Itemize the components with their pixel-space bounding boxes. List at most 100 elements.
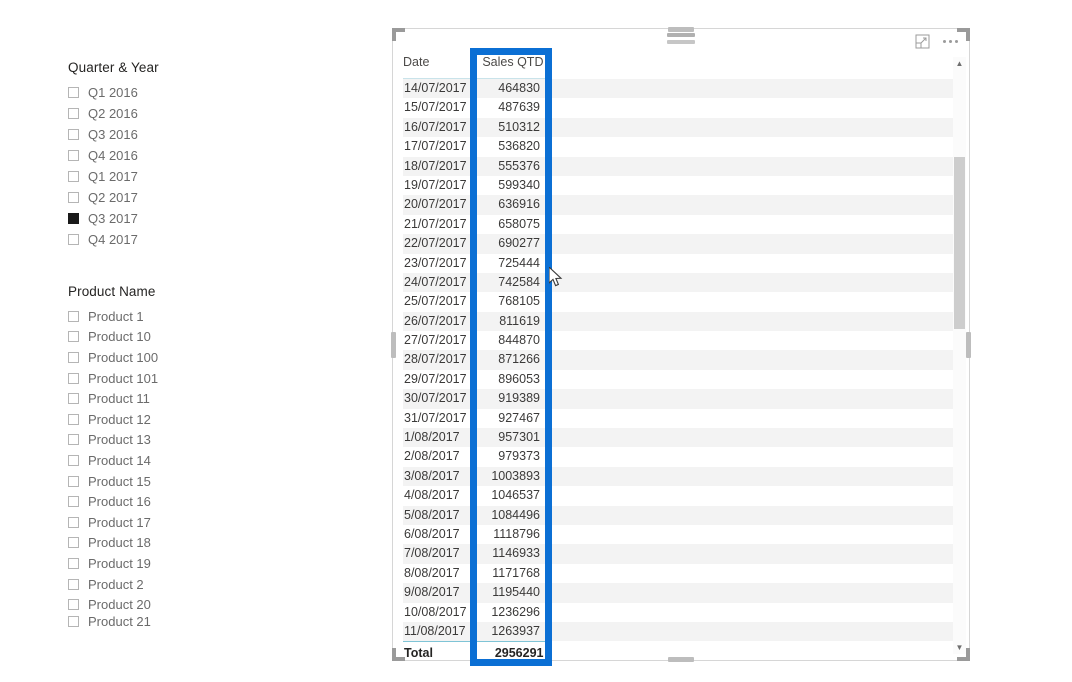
- table-row[interactable]: 5/08/2017 1084496: [403, 505, 959, 525]
- slicer-item[interactable]: Product 1: [68, 306, 158, 327]
- slicer-item[interactable]: Q4 2017: [68, 229, 159, 250]
- checkbox-icon[interactable]: [68, 150, 79, 161]
- slicer-item[interactable]: Product 21: [68, 615, 158, 628]
- slicer-title: Quarter & Year: [68, 60, 159, 75]
- checkbox-icon[interactable]: [68, 496, 79, 508]
- checkbox-icon[interactable]: [68, 578, 79, 590]
- slicer-item[interactable]: Q3 2017: [68, 208, 159, 229]
- resize-handle-top-left[interactable]: [392, 28, 405, 41]
- table-row[interactable]: 10/08/2017 1236296: [403, 603, 959, 622]
- slicer-item[interactable]: Product 15: [68, 471, 158, 492]
- focus-mode-icon[interactable]: [913, 32, 931, 50]
- slicer-item[interactable]: Product 11: [68, 388, 158, 409]
- slicer-item[interactable]: Product 101: [68, 368, 158, 389]
- slicer-item[interactable]: Product 16: [68, 491, 158, 512]
- slicer-item[interactable]: Product 13: [68, 430, 158, 451]
- slicer-item[interactable]: Product 18: [68, 533, 158, 554]
- checkbox-icon[interactable]: [68, 310, 79, 322]
- cell-sales-qtd: 811619: [499, 313, 540, 328]
- table-row[interactable]: 4/08/2017 1046537: [403, 486, 959, 505]
- total-value: 2956291: [494, 646, 544, 661]
- slicer-item[interactable]: Product 2: [68, 574, 158, 595]
- resize-handle-top-right[interactable]: [957, 28, 970, 41]
- table-row[interactable]: 7/08/2017 1146933: [403, 544, 959, 564]
- scrollbar-thumb[interactable]: [954, 157, 965, 329]
- checkbox-icon[interactable]: [68, 331, 79, 343]
- table-row[interactable]: 9/08/2017 1195440: [403, 583, 959, 603]
- checkbox-icon[interactable]: [68, 192, 79, 203]
- checkbox-icon[interactable]: [68, 475, 79, 487]
- checkbox-icon[interactable]: [68, 434, 79, 446]
- table-row[interactable]: 15/07/2017 487639: [403, 98, 959, 117]
- slicer-item-label: Product 100: [88, 349, 159, 365]
- checkbox-icon[interactable]: [68, 599, 79, 611]
- slicer-item[interactable]: Product 12: [68, 409, 158, 430]
- table-row[interactable]: 11/08/2017 1263937: [403, 621, 959, 642]
- slicer-item[interactable]: Q2 2016: [68, 103, 159, 124]
- table-row[interactable]: 24/07/2017 742584: [403, 272, 959, 293]
- slicer-item-label: Q1 2016: [88, 85, 138, 100]
- table-row[interactable]: 1/08/2017 957301: [403, 428, 959, 448]
- table-row[interactable]: 17/07/2017 536820: [403, 137, 959, 156]
- scroll-up-icon[interactable]: ▲: [953, 57, 966, 70]
- table-row[interactable]: 26/07/2017 811619: [403, 311, 959, 332]
- resize-handle-bottom-right[interactable]: [957, 648, 970, 661]
- table-visual[interactable]: Date Sales QTD 14/07/2017 464830 15/07/201…: [391, 27, 971, 662]
- checkbox-icon[interactable]: [68, 87, 79, 98]
- checkbox-icon[interactable]: [68, 557, 79, 569]
- checkbox-icon[interactable]: [68, 454, 79, 466]
- table-row[interactable]: 18/07/2017 555376: [403, 156, 959, 176]
- slicer-item-label: Product 11: [88, 391, 150, 407]
- table-row[interactable]: 16/07/2017 510312: [403, 117, 959, 138]
- checkbox-icon[interactable]: [68, 393, 79, 405]
- table-row[interactable]: 2/08/2017 979373: [403, 447, 959, 466]
- checkbox-icon[interactable]: [68, 129, 79, 140]
- slicer-item[interactable]: Product 10: [68, 327, 158, 348]
- table-row[interactable]: 21/07/2017 658075: [403, 215, 959, 234]
- checkbox-icon[interactable]: [68, 372, 79, 384]
- column-header-sales-qtd[interactable]: Sales QTD: [474, 55, 549, 72]
- table-row[interactable]: 14/07/2017 464830: [403, 79, 959, 99]
- resize-handle-top[interactable]: [668, 27, 694, 32]
- table-row[interactable]: 31/07/2017 927467: [403, 409, 959, 428]
- checkbox-icon[interactable]: [68, 615, 79, 627]
- table-row[interactable]: 20/07/2017 636916: [403, 195, 959, 215]
- slicer-item[interactable]: Q2 2017: [68, 187, 159, 208]
- table-row[interactable]: 3/08/2017 1003893: [403, 466, 959, 487]
- checkbox-icon[interactable]: [68, 171, 79, 182]
- table-row[interactable]: 22/07/2017 690277: [403, 234, 959, 254]
- table-row[interactable]: 19/07/2017 599340: [403, 176, 959, 195]
- slicer-item-label: Q3 2016: [88, 127, 138, 142]
- slicer-item[interactable]: Product 14: [68, 450, 158, 471]
- table-row[interactable]: 23/07/2017 725444: [403, 254, 959, 273]
- drag-handle-icon[interactable]: [667, 33, 695, 47]
- slicer-item[interactable]: Q3 2016: [68, 124, 159, 145]
- slicer-item[interactable]: Q1 2017: [68, 166, 159, 187]
- slicer-item[interactable]: Q1 2016: [68, 82, 159, 103]
- slicer-item[interactable]: Q4 2016: [68, 145, 159, 166]
- table-row[interactable]: 28/07/2017 871266: [403, 350, 959, 370]
- checkbox-icon[interactable]: [68, 108, 79, 119]
- checkbox-icon[interactable]: [68, 516, 79, 528]
- table-row[interactable]: 29/07/2017 896053: [403, 370, 959, 389]
- table-row[interactable]: 8/08/2017 1171768: [403, 564, 959, 583]
- slicer-item[interactable]: Product 100: [68, 347, 158, 368]
- checkbox-icon[interactable]: [68, 537, 79, 549]
- table-row[interactable]: 25/07/2017 768105: [403, 292, 959, 311]
- slicer-item[interactable]: Product 19: [68, 553, 158, 574]
- resize-handle-bottom[interactable]: [668, 657, 694, 662]
- table-row[interactable]: 6/08/2017 1118796: [403, 525, 959, 544]
- checkbox-icon[interactable]: [68, 351, 79, 363]
- slicer-item[interactable]: Product 20: [68, 594, 158, 615]
- checkbox-icon[interactable]: [68, 413, 79, 425]
- table-row[interactable]: 30/07/2017 919389: [403, 389, 959, 409]
- column-header-date[interactable]: Date: [403, 55, 471, 72]
- resize-handle-left[interactable]: [391, 331, 396, 358]
- resize-handle-right[interactable]: [966, 331, 971, 358]
- checkbox-icon[interactable]: [68, 234, 79, 245]
- table-row[interactable]: 27/07/2017 844870: [403, 331, 959, 350]
- vertical-scrollbar[interactable]: ▲ ▼: [953, 57, 966, 654]
- slicer-item[interactable]: Product 17: [68, 512, 158, 533]
- checkbox-checked-icon[interactable]: [68, 213, 79, 224]
- resize-handle-bottom-left[interactable]: [392, 648, 405, 661]
